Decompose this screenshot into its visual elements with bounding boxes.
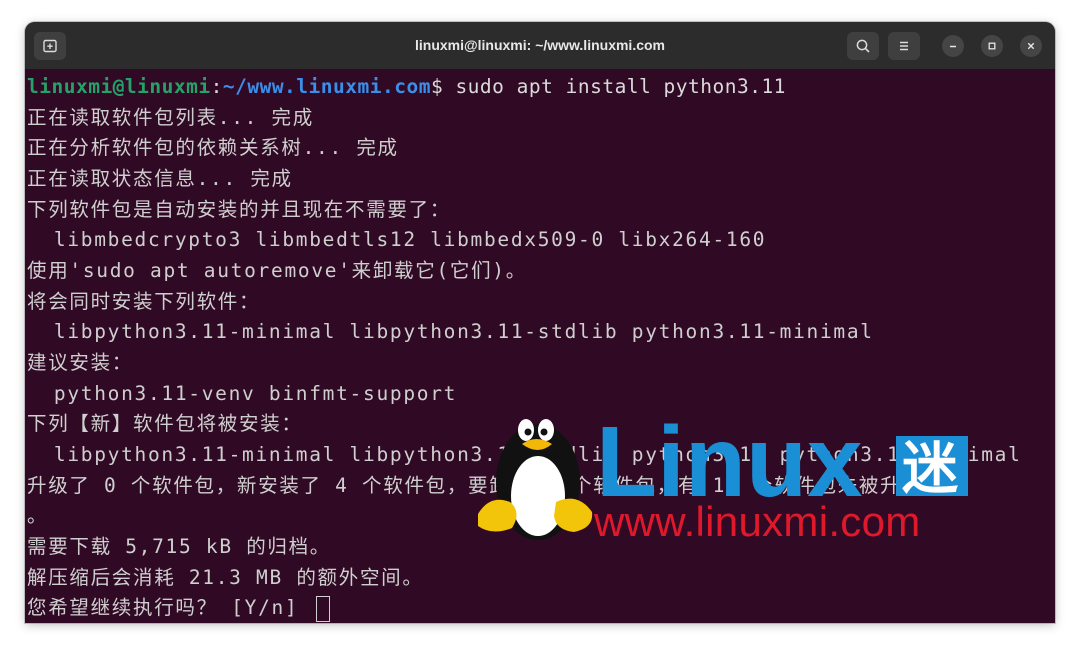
logo-char: 迷: [902, 437, 958, 502]
menu-icon: [900, 41, 908, 51]
maximize-button[interactable]: [981, 35, 1003, 57]
prompt-colon: :: [210, 75, 223, 98]
output-line: 正在读取软件包列表... 完成: [27, 106, 314, 129]
minimize-button[interactable]: [942, 35, 964, 57]
output-line: 。: [27, 504, 49, 527]
text-cursor: [315, 595, 330, 622]
maximize-icon: [988, 42, 996, 50]
input-prompt-text: 您希望继续执行吗？ [Y/n]: [27, 596, 312, 619]
output-line: 正在读取状态信息... 完成: [27, 167, 293, 190]
prompt-path: ~/www.linuxmi.com: [222, 75, 431, 98]
input-prompt-line: 您希望继续执行吗？ [Y/n]: [27, 593, 330, 623]
prompt-user: linuxmi@linuxmi: [27, 75, 211, 98]
output-line: 解压缩后会消耗 21.3 MB 的额外空间。: [27, 566, 424, 589]
output-line: libmbedcrypto3 libmbedtls12 libmbedx509-…: [27, 228, 767, 251]
search-icon: [856, 39, 870, 53]
minimize-icon: [950, 45, 956, 48]
title-bar: linuxmi@linuxmi: ~/www.linuxmi.com: [25, 22, 1055, 69]
output-line: 将会同时安装下列软件：: [27, 290, 261, 313]
menu-button[interactable]: [888, 32, 920, 60]
close-button[interactable]: [1020, 35, 1042, 57]
search-button[interactable]: [847, 32, 879, 60]
output-line: 建议安装：: [27, 351, 134, 374]
output-line: libpython3.11-minimal libpython3.11-stdl…: [27, 320, 874, 343]
prompt-line: linuxmi@linuxmi:~/www.linuxmi.com$ sudo …: [27, 72, 786, 102]
prompt-symbol: $: [430, 75, 444, 98]
command-text: sudo apt install python3.11: [443, 75, 786, 98]
close-icon: [1027, 42, 1035, 50]
output-line: 下列软件包是自动安装的并且现在不需要了：: [27, 198, 452, 221]
output-line: 使用'sudo apt autoremove'来卸载它(它们)。: [27, 259, 527, 282]
output-line: 需要下载 5,715 kB 的归档。: [27, 535, 331, 558]
watermark: Linux 迷 www.linuxmi.com: [470, 396, 980, 546]
output-line: 下列【新】软件包将被安装：: [27, 412, 303, 435]
watermark-url: www.linuxmi.com: [594, 498, 921, 545]
output-line: 正在分析软件包的依赖关系树... 完成: [27, 136, 399, 159]
output-line: python3.11-venv binfmt-support: [27, 382, 458, 405]
